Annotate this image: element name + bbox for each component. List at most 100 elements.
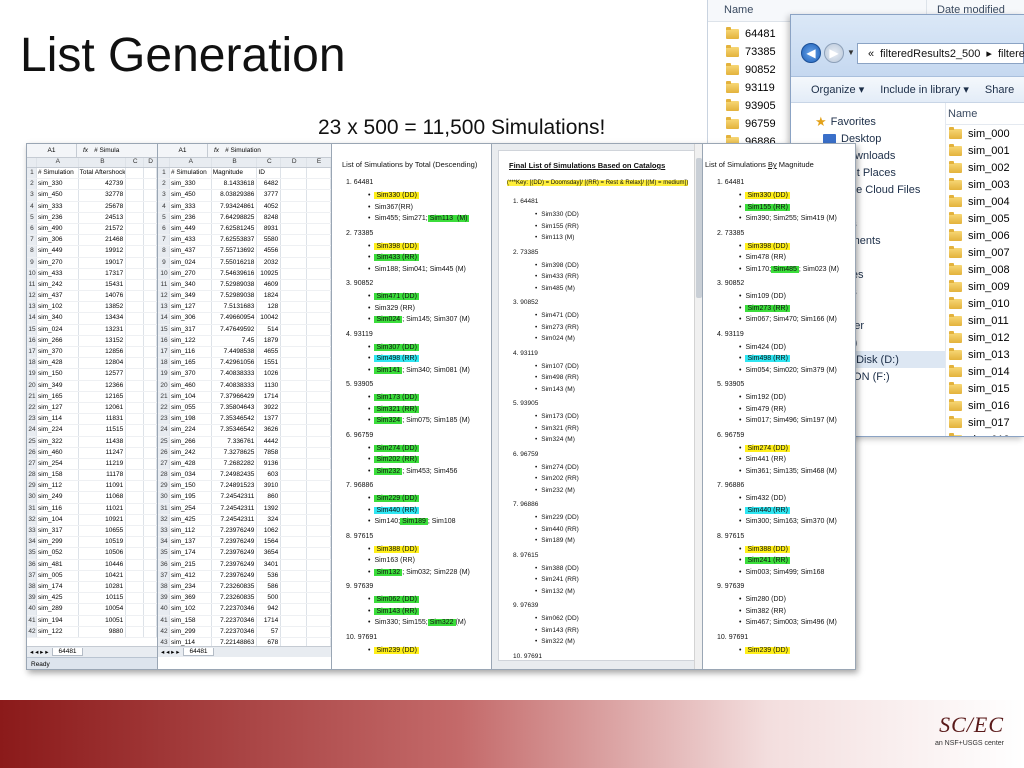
- row-number[interactable]: 3: [158, 190, 170, 201]
- address-overflow[interactable]: «: [868, 48, 874, 60]
- table-cell[interactable]: [126, 324, 145, 335]
- folder-item[interactable]: sim_016: [946, 397, 1024, 414]
- table-cell[interactable]: [281, 481, 308, 492]
- row-number[interactable]: 27: [158, 458, 170, 470]
- table-cell[interactable]: sim_306: [37, 235, 79, 246]
- row-number[interactable]: 18: [27, 358, 37, 369]
- row-number[interactable]: 26: [158, 447, 170, 458]
- table-cell[interactable]: [307, 380, 331, 391]
- table-cell[interactable]: [307, 212, 331, 223]
- table-cell[interactable]: [126, 514, 145, 525]
- table-cell[interactable]: sim_433: [37, 268, 79, 279]
- table-cell[interactable]: [281, 503, 308, 514]
- table-cell[interactable]: [144, 246, 157, 257]
- table-cell[interactable]: [126, 302, 145, 313]
- tab-scroll-arrows-icon[interactable]: ◂ ◂ ▸ ▸: [161, 648, 179, 656]
- row-number[interactable]: 26: [27, 447, 37, 458]
- row-number[interactable]: 17: [158, 347, 170, 358]
- table-cell[interactable]: sim_460: [170, 380, 212, 391]
- table-cell[interactable]: sim_158: [37, 470, 79, 481]
- row-number[interactable]: 3: [27, 190, 37, 201]
- table-cell[interactable]: 5580: [257, 235, 282, 246]
- table-cell[interactable]: 12165: [79, 391, 127, 402]
- table-cell[interactable]: [281, 447, 308, 458]
- folder-item[interactable]: sim_003: [946, 176, 1024, 193]
- column-header[interactable]: A: [170, 158, 212, 167]
- table-cell[interactable]: [281, 514, 308, 525]
- column-header[interactable]: B: [212, 158, 258, 167]
- table-cell[interactable]: 7.336761: [212, 436, 258, 447]
- row-number[interactable]: 21: [27, 391, 37, 402]
- table-cell[interactable]: 13152: [79, 335, 127, 346]
- table-cell[interactable]: [144, 402, 157, 414]
- header-cell[interactable]: ID: [257, 168, 282, 179]
- table-cell[interactable]: sim_102: [170, 604, 212, 615]
- table-cell[interactable]: sim_194: [37, 615, 79, 626]
- vertical-scrollbar[interactable]: [694, 144, 702, 669]
- table-cell[interactable]: 10421: [79, 570, 127, 581]
- tab-scroll-arrows-icon[interactable]: ◂ ◂ ▸ ▸: [30, 648, 48, 656]
- table-cell[interactable]: 11438: [79, 436, 127, 447]
- row-number[interactable]: 6: [158, 223, 170, 235]
- table-cell[interactable]: 7.22370346: [212, 615, 258, 626]
- table-cell[interactable]: [281, 369, 308, 380]
- table-cell[interactable]: sim_112: [37, 481, 79, 492]
- table-cell[interactable]: 12804: [79, 358, 127, 369]
- table-cell[interactable]: 10115: [79, 593, 127, 604]
- column-header[interactable]: D: [144, 158, 157, 167]
- table-cell[interactable]: sim_249: [37, 492, 79, 503]
- table-cell[interactable]: 7.55016218: [212, 257, 258, 268]
- table-cell[interactable]: [144, 335, 157, 346]
- table-cell[interactable]: [144, 492, 157, 503]
- name-box[interactable]: A1: [158, 144, 208, 157]
- table-cell[interactable]: [126, 279, 145, 291]
- row-number[interactable]: 38: [27, 581, 37, 593]
- table-cell[interactable]: sim_370: [170, 369, 212, 380]
- table-cell[interactable]: 3626: [257, 425, 282, 436]
- table-cell[interactable]: [144, 257, 157, 268]
- row-number[interactable]: 37: [158, 570, 170, 581]
- table-cell[interactable]: sim_289: [37, 604, 79, 615]
- table-cell[interactable]: [126, 201, 145, 212]
- table-cell[interactable]: 10519: [79, 537, 127, 548]
- table-cell[interactable]: [126, 559, 145, 570]
- table-cell[interactable]: 586: [257, 581, 282, 593]
- table-cell[interactable]: [126, 402, 145, 414]
- table-cell[interactable]: sim_299: [37, 537, 79, 548]
- table-cell[interactable]: sim_174: [170, 548, 212, 559]
- table-cell[interactable]: sim_428: [170, 458, 212, 470]
- table-cell[interactable]: [307, 414, 331, 425]
- table-cell[interactable]: 7858: [257, 447, 282, 458]
- row-number[interactable]: 29: [158, 481, 170, 492]
- table-cell[interactable]: 6482: [257, 179, 282, 190]
- table-cell[interactable]: [307, 503, 331, 514]
- row-number[interactable]: 40: [158, 604, 170, 615]
- formula-content[interactable]: # Simula: [94, 147, 119, 154]
- table-cell[interactable]: [144, 593, 157, 604]
- table-cell[interactable]: [144, 358, 157, 369]
- row-number[interactable]: 12: [158, 291, 170, 302]
- table-cell[interactable]: 15431: [79, 279, 127, 291]
- table-cell[interactable]: sim_165: [37, 391, 79, 402]
- table-cell[interactable]: 7.49660954: [212, 313, 258, 324]
- table-cell[interactable]: 11021: [79, 503, 127, 514]
- header-cell[interactable]: Total Aftershocks: [79, 168, 127, 179]
- table-cell[interactable]: [126, 581, 145, 593]
- table-cell[interactable]: 7.23260835: [212, 581, 258, 593]
- header-cell[interactable]: # Simulation: [170, 168, 212, 179]
- row-number[interactable]: 16: [158, 335, 170, 346]
- table-cell[interactable]: 3910: [257, 481, 282, 492]
- table-cell[interactable]: 500: [257, 593, 282, 604]
- table-cell[interactable]: [126, 380, 145, 391]
- column-header[interactable]: [158, 158, 170, 167]
- table-cell[interactable]: 7.4498538: [212, 347, 258, 358]
- table-cell[interactable]: 536: [257, 570, 282, 581]
- table-cell[interactable]: [307, 179, 331, 190]
- row-number[interactable]: 19: [27, 369, 37, 380]
- row-number[interactable]: 30: [27, 492, 37, 503]
- table-cell[interactable]: 7.23976249: [212, 537, 258, 548]
- table-cell[interactable]: [144, 324, 157, 335]
- table-cell[interactable]: [307, 492, 331, 503]
- table-cell[interactable]: 7.23976249: [212, 548, 258, 559]
- row-number[interactable]: 39: [27, 593, 37, 604]
